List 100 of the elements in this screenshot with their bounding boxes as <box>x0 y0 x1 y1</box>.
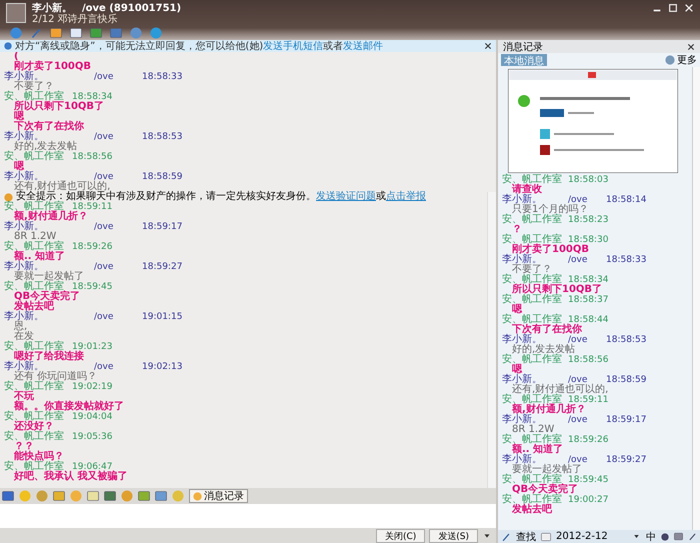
sms-link[interactable]: 发送手机短信 <box>263 40 324 52</box>
scrollbar[interactable] <box>487 192 496 488</box>
contact-id: /ove (891001751) <box>82 3 182 14</box>
close-icon[interactable] <box>484 42 492 50</box>
message-text: QB今天卖完了 <box>512 485 580 495</box>
report-link[interactable]: 点击举报 <box>386 191 426 202</box>
sender-name: 李小新。 <box>4 72 45 82</box>
sender-name: 李小新。 <box>4 312 44 322</box>
sender-name: 安、帆工作室 <box>502 495 562 505</box>
scrollbar[interactable] <box>692 67 700 530</box>
message-time: 18:58:37 <box>568 295 608 305</box>
message-time: 18:58:30 <box>568 235 608 245</box>
message-time: 19:01:15 <box>142 312 182 322</box>
sender-handle: /ove <box>94 362 114 372</box>
message-text: 刚才卖了100QB <box>14 62 92 72</box>
message-time: 18:59:45 <box>568 475 608 485</box>
message-text: 好的,发去发帖 <box>14 142 78 152</box>
sender-handle: /ove <box>94 72 114 82</box>
verify-link[interactable]: 发送验证问题 <box>316 191 376 202</box>
sender-handle: /ove <box>94 262 114 272</box>
pen-icon[interactable] <box>30 26 42 39</box>
message-text: 8R 1.2W <box>512 425 554 435</box>
sender-name: 安、帆工作室 <box>502 435 562 445</box>
sender-name: 李小新。 <box>4 262 44 272</box>
message-text: 在发 <box>14 332 34 342</box>
message-text: 嗯 <box>14 162 24 172</box>
date-field[interactable]: 2012-2-12 <box>556 531 608 542</box>
ime-indicator[interactable]: 中 <box>646 530 656 543</box>
message-time: 18:58:34 <box>568 275 608 285</box>
more-button[interactable]: 更多 <box>665 53 697 67</box>
sender-name: 安、帆工作室 <box>502 175 562 185</box>
email-link[interactable]: 发送邮件 <box>343 40 384 52</box>
sender-handle: /ove <box>568 415 588 425</box>
maximize-icon[interactable] <box>668 3 678 13</box>
message-time: 19:01:23 <box>72 342 112 352</box>
message-time: 19:02:13 <box>142 362 182 372</box>
sender-name: 李小新。 <box>502 375 542 385</box>
message-text: 好的,发去发帖 <box>512 345 576 355</box>
send-button[interactable]: 发送(S) <box>429 528 478 542</box>
message-time: 18:59:27 <box>606 455 646 465</box>
message-text: 还有,财付通也可以的, <box>512 385 610 395</box>
message-text: 8R 1.2W <box>14 232 56 242</box>
sender-handle: /ove <box>568 455 588 465</box>
message-text: 不要了？ <box>512 265 552 275</box>
message-text: 嗯 <box>14 112 24 122</box>
message-time: 19:02:19 <box>72 382 112 392</box>
sender-name: 李小新。 <box>4 172 44 182</box>
sender-name: 安、帆工作室 <box>502 355 562 365</box>
message-time: 18:58:34 <box>72 92 112 102</box>
sender-handle: /ove <box>568 195 588 205</box>
message-time: 18:59:17 <box>606 415 646 425</box>
avatar-photo <box>6 3 26 23</box>
message-time: 18:59:27 <box>142 262 182 272</box>
sender-name: 安、帆工作室 <box>502 395 562 405</box>
sender-name: 李小新。 <box>502 455 542 465</box>
search-label[interactable]: 查找 <box>516 530 536 543</box>
message-time: 18:58:59 <box>142 172 182 182</box>
message-text: 还有,财付通也可以的, <box>14 182 110 192</box>
message-text: ？ <box>512 225 522 235</box>
message-text: 嗯 <box>512 305 522 315</box>
sender-name: 安、帆工作室 <box>502 295 562 305</box>
message-time: 19:04:04 <box>72 412 112 422</box>
message-time: 19:06:47 <box>72 462 112 472</box>
message-text: 嗯好了给我连接 <box>14 352 85 362</box>
sender-name: 安、帆工作室 <box>502 475 562 485</box>
offline-notice: 对方“离线或隐身”，可能无法立即回复，您可以给他(她)发送手机短信或者发送邮件 <box>15 40 384 52</box>
message-time: 18:59:45 <box>72 282 112 292</box>
sender-name: 安、帆工作室 <box>4 152 64 162</box>
contact-name: 李小新。 <box>32 3 72 14</box>
message-text: 嗯 <box>512 365 522 375</box>
sender-name: 李小新。 <box>502 255 543 265</box>
history-button[interactable]: 消息记录 <box>189 489 248 503</box>
sender-handle: /ove <box>568 335 588 345</box>
sender-handle: /ove <box>94 222 114 232</box>
message-text: 所以只剩下10QB了 <box>14 102 106 112</box>
message-text: 好吧、我承认 我又被骗了 <box>14 472 128 482</box>
message-text: 不要了？ <box>14 82 54 92</box>
message-text: 发帖去吧 <box>14 302 55 312</box>
message-text: 请查收 <box>512 185 543 195</box>
message-time: 18:58:44 <box>568 315 608 325</box>
message-text: 额.. 知道了 <box>512 445 564 455</box>
message-text: 额,财付通几折？ <box>512 405 587 415</box>
message-time: 18:59:26 <box>568 435 608 445</box>
close-button[interactable]: 关闭(C) <box>376 528 426 542</box>
sender-name: 安、帆工作室 <box>502 235 562 245</box>
message-text: 能快点吗？ <box>14 452 65 462</box>
close-icon[interactable] <box>687 42 695 50</box>
message-text: 下次有了在找你 <box>512 325 583 335</box>
message-time: 18:58:23 <box>568 215 608 225</box>
safety-notice: 安全提示：如果聊天中有涉及财产的操作，请一定先核实好友身份。发送验证问题或点击举报 <box>16 192 426 202</box>
sender-name: 安、帆工作室 <box>4 202 64 212</box>
sender-name: 李小新。 <box>4 222 44 232</box>
sender-name: 安、帆工作室 <box>4 432 64 442</box>
message-input[interactable] <box>0 504 496 528</box>
sender-handle: /ove <box>94 132 114 142</box>
sender-name: 李小新。 <box>4 132 44 142</box>
sender-handle: /ove <box>94 172 114 182</box>
sender-name: 安、帆工作室 <box>502 215 562 225</box>
message-text: 额,财付通几折？ <box>14 212 89 222</box>
message-time: 18:59:17 <box>142 222 182 232</box>
